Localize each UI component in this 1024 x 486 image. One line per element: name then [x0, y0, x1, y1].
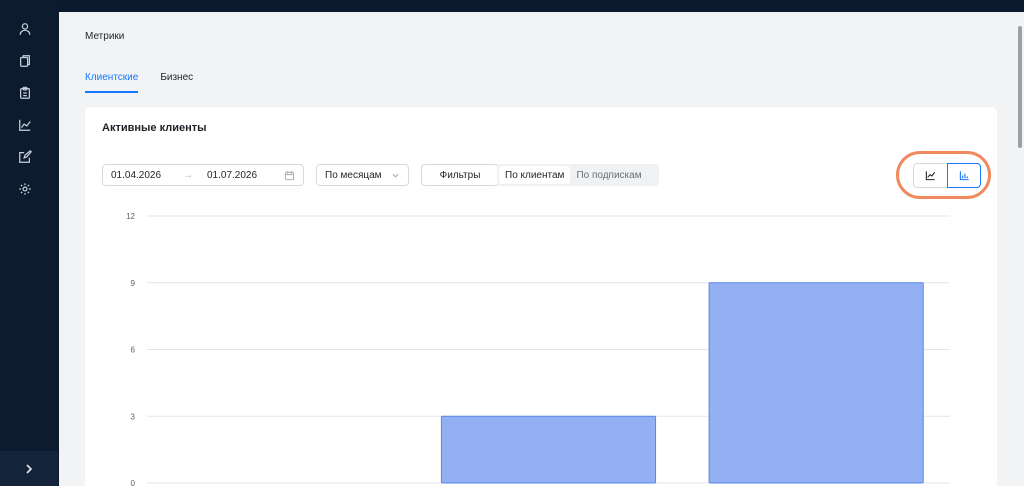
segment-by-subscriptions[interactable]: По подпискам: [570, 166, 647, 184]
window-top-bar: [0, 0, 1024, 12]
chevron-down-icon: [391, 171, 400, 180]
sidebar-item-settings[interactable]: [16, 180, 34, 198]
line-chart-icon: [925, 171, 936, 181]
period-select-value: По месяцам: [325, 169, 382, 181]
sidebar-item-clients[interactable]: [16, 20, 34, 38]
sidebar: [0, 0, 58, 486]
user-icon: [19, 23, 31, 35]
gear-icon: [19, 183, 31, 195]
tabs: Клиентские Бизнес: [85, 72, 215, 93]
y-tick-label: 12: [126, 212, 135, 221]
sidebar-expand-button[interactable]: [0, 451, 58, 486]
bar: [440, 415, 657, 484]
documents-icon: [20, 55, 30, 67]
edit-icon: [19, 150, 32, 163]
sidebar-item-reports[interactable]: [16, 84, 34, 102]
bar-chart-toggle-button[interactable]: [947, 163, 981, 188]
chevron-right-icon: [26, 463, 33, 474]
chart-type-toggle: [913, 163, 981, 188]
y-tick-label: 0: [131, 479, 136, 486]
scrollbar-thumb[interactable]: [1018, 26, 1022, 148]
active-clients-bar-chart: 03691201 апр. 202601 мая 202601 июня 202…: [126, 212, 950, 486]
card-title: Активные клиенты: [102, 122, 207, 134]
line-chart-icon: [19, 119, 31, 131]
period-select[interactable]: По месяцам: [316, 164, 409, 186]
grouping-segmented-control: По клиентам По подпискам: [497, 164, 659, 186]
segment-by-clients[interactable]: По клиентам: [499, 166, 571, 184]
bar: [708, 282, 924, 484]
clipboard-icon: [20, 86, 30, 99]
y-tick-label: 6: [131, 346, 136, 355]
date-range-end[interactable]: 01.07.2026: [207, 170, 279, 181]
calendar-icon: [284, 170, 295, 181]
line-chart-toggle-button[interactable]: [913, 163, 947, 188]
sidebar-item-tasks[interactable]: [16, 148, 34, 166]
tab-business[interactable]: Бизнес: [160, 72, 193, 93]
page-title: Метрики: [85, 31, 125, 42]
tab-clients[interactable]: Клиентские: [85, 72, 139, 93]
y-tick-label: 9: [131, 279, 136, 288]
bar-chart-icon: [959, 171, 969, 181]
date-range-picker[interactable]: 01.04.2026 → 01.07.2026: [102, 164, 304, 186]
main-content: Метрики Клиентские Бизнес Активные клиен…: [59, 12, 1016, 486]
filters-button[interactable]: Фильтры: [421, 164, 499, 186]
active-clients-card: Активные клиенты 01.04.2026 → 01.07.2026…: [85, 107, 997, 486]
sidebar-item-metrics[interactable]: [16, 116, 34, 134]
y-tick-label: 3: [131, 412, 136, 421]
arrow-right-icon: →: [183, 169, 193, 181]
sidebar-item-documents[interactable]: [16, 52, 34, 70]
date-range-start[interactable]: 01.04.2026: [111, 170, 183, 181]
